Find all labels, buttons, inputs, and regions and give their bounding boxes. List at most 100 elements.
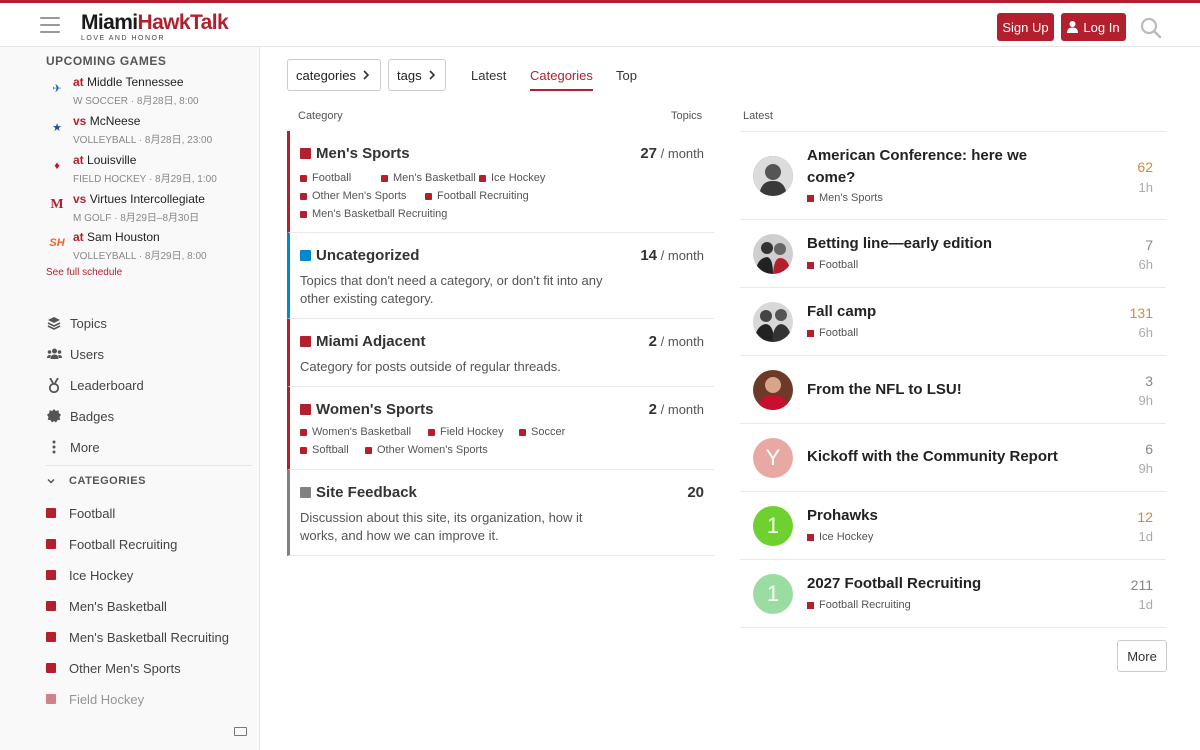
topic-category-label: Football	[819, 259, 859, 271]
sidebar-category-label: Men's Basketball Recruiting	[69, 629, 229, 645]
topic-title[interactable]: 2027 Football Recruiting	[807, 573, 1032, 595]
hamburger-menu-icon[interactable]	[40, 17, 60, 35]
subcategory-link[interactable]: Ice Hockey	[479, 172, 545, 184]
categories-section-toggle[interactable]: CATEGORIES	[46, 475, 146, 487]
topic-activity-age[interactable]: 1d	[1139, 597, 1153, 612]
game-item[interactable]: SH at Sam Houston VOLLEYBALL · 8月29日, 8:…	[46, 230, 256, 266]
topic-category-badge[interactable]: Football	[807, 259, 858, 271]
sidebar-category-football[interactable]: Football	[46, 502, 115, 524]
game-item[interactable]: M vs Virtues Intercollegiate M GOLF · 8月…	[46, 192, 256, 228]
avatar[interactable]: 1	[753, 506, 793, 546]
topic-reply-count[interactable]: 7	[1145, 237, 1153, 253]
sidebar-item-topics[interactable]: Topics	[46, 312, 107, 334]
category-row-uncategorized[interactable]: Uncategorized 14 / month Topics that don…	[287, 233, 714, 319]
subcategory-link[interactable]: Women's Basketball	[300, 426, 411, 438]
sidebar-item-users[interactable]: Users	[46, 343, 104, 365]
log-in-button[interactable]: Log In	[1061, 13, 1126, 41]
topic-row[interactable]: Betting line—early edition Football 7 6h	[740, 220, 1166, 288]
topic-row[interactable]: Y Kickoff with the Community Report 6 9h	[740, 424, 1166, 492]
sidebar-item-label: Badges	[70, 408, 115, 424]
avatar[interactable]: Y	[753, 438, 793, 478]
sidebar-category-ice-hockey[interactable]: Ice Hockey	[46, 564, 133, 586]
topic-title[interactable]: Prohawks	[807, 505, 1032, 527]
subcategory-link[interactable]: Field Hockey	[428, 426, 504, 438]
topic-activity-age[interactable]: 9h	[1139, 393, 1153, 408]
topic-activity-age[interactable]: 9h	[1139, 461, 1153, 476]
topic-count: 27	[640, 145, 658, 162]
category-row-mens-sports[interactable]: Men's Sports 27 / month Football Men's B…	[287, 131, 714, 233]
topic-title[interactable]: Betting line—early edition	[807, 233, 1032, 255]
avatar[interactable]	[753, 302, 793, 342]
sidebar-category-mens-basketball[interactable]: Men's Basketball	[46, 595, 167, 617]
keyboard-icon[interactable]	[234, 727, 247, 736]
sidebar-category-other-mens-sports[interactable]: Other Men's Sports	[46, 657, 181, 679]
sidebar-item-badges[interactable]: Badges	[46, 405, 114, 427]
topic-row[interactable]: Fall camp Football 131 6h	[740, 288, 1166, 356]
subcategory-link[interactable]: Football	[300, 172, 351, 184]
topic-reply-count[interactable]: 6	[1145, 441, 1153, 457]
sidebar-item-leaderboard[interactable]: Leaderboard	[46, 374, 144, 396]
column-header-topics: Topics	[671, 110, 703, 122]
sidebar-category-football-recruiting[interactable]: Football Recruiting	[46, 533, 177, 555]
categories-filter-chip[interactable]: categories	[287, 59, 381, 91]
more-topics-button[interactable]: More	[1117, 640, 1167, 672]
log-in-label: Log In	[1083, 19, 1120, 35]
topic-count: 2	[648, 333, 658, 350]
topic-count: 2	[648, 401, 658, 418]
game-item[interactable]: ★ vs McNeese VOLLEYBALL · 8月28日, 23:00	[46, 114, 256, 150]
topic-activity-age[interactable]: 1d	[1139, 529, 1153, 544]
topic-title[interactable]: Fall camp	[807, 301, 1032, 323]
subcategory-link[interactable]: Other Women's Sports	[365, 444, 488, 456]
topic-row[interactable]: 1 Prohawks Ice Hockey 12 1d	[740, 492, 1166, 560]
subcategory-link[interactable]: Other Men's Sports	[300, 190, 406, 202]
topic-reply-count[interactable]: 62	[1137, 159, 1153, 175]
topic-title[interactable]: American Conference: here we come?	[807, 145, 1032, 189]
avatar[interactable]	[753, 370, 793, 410]
game-item[interactable]: ✈ at Middle Tennessee W SOCCER · 8月28日, …	[46, 75, 256, 111]
topic-row[interactable]: From the NFL to LSU! 3 9h	[740, 356, 1166, 424]
topic-category-badge[interactable]: Ice Hockey	[807, 531, 873, 543]
search-icon[interactable]	[1140, 17, 1162, 39]
category-color-swatch	[46, 694, 56, 704]
tab-latest[interactable]: Latest	[471, 68, 506, 83]
tab-top[interactable]: Top	[616, 68, 637, 83]
topic-title[interactable]: Kickoff with the Community Report	[807, 446, 1067, 468]
subcategory-link[interactable]: Men's Basketball Recruiting	[300, 208, 447, 220]
game-prefix: vs	[73, 114, 87, 128]
topic-activity-age[interactable]: 6h	[1139, 257, 1153, 272]
subcategory-link[interactable]: Softball	[300, 444, 349, 456]
topic-category-badge[interactable]: Men's Sports	[807, 192, 883, 204]
avatar[interactable]	[753, 234, 793, 274]
topic-activity-age[interactable]: 6h	[1139, 325, 1153, 340]
category-row-miami-adjacent[interactable]: Miami Adjacent 2 / month Category for po…	[287, 319, 714, 387]
tab-categories[interactable]: Categories	[530, 68, 593, 91]
topic-category-badge[interactable]: Football Recruiting	[807, 599, 911, 611]
subcategory-link[interactable]: Men's Basketball	[381, 172, 476, 184]
topic-reply-count[interactable]: 12	[1137, 509, 1153, 525]
game-item[interactable]: ♦ at Louisville FIELD HOCKEY · 8月29日, 1:…	[46, 153, 256, 189]
category-row-womens-sports[interactable]: Women's Sports 2 / month Women's Basketb…	[287, 387, 714, 470]
category-row-site-feedback[interactable]: Site Feedback 20 Discussion about this s…	[287, 470, 714, 556]
sidebar-category-mens-basketball-recruiting[interactable]: Men's Basketball Recruiting	[46, 626, 229, 648]
see-full-schedule-link[interactable]: See full schedule	[46, 267, 122, 278]
topic-row[interactable]: 1 2027 Football Recruiting Football Recr…	[740, 560, 1166, 628]
topic-category-badge[interactable]: Football	[807, 327, 858, 339]
topic-title[interactable]: From the NFL to LSU!	[807, 379, 1032, 401]
subcategory-link[interactable]: Soccer	[519, 426, 565, 438]
sidebar-category-field-hockey[interactable]: Field Hockey	[46, 688, 144, 710]
avatar[interactable]: 1	[753, 574, 793, 614]
sidebar-category-label: Ice Hockey	[69, 567, 134, 583]
sidebar-item-more[interactable]: More	[46, 436, 100, 458]
sign-up-button[interactable]: Sign Up	[997, 13, 1054, 41]
site-logo[interactable]: MiamiHawkTalk LOVE AND HONOR	[81, 12, 229, 43]
topic-row[interactable]: American Conference: here we come? Men's…	[740, 132, 1166, 220]
subcategory-label: Football	[312, 172, 352, 184]
tags-filter-chip[interactable]: tags	[388, 59, 446, 91]
subcategory-link[interactable]: Football Recruiting	[425, 190, 529, 202]
topic-reply-count[interactable]: 3	[1145, 373, 1153, 389]
avatar[interactable]	[753, 156, 793, 196]
chevron-right-icon	[429, 70, 435, 80]
topic-activity-age[interactable]: 1h	[1139, 180, 1153, 195]
topic-reply-count[interactable]: 131	[1130, 305, 1153, 321]
topic-reply-count[interactable]: 211	[1131, 577, 1153, 593]
